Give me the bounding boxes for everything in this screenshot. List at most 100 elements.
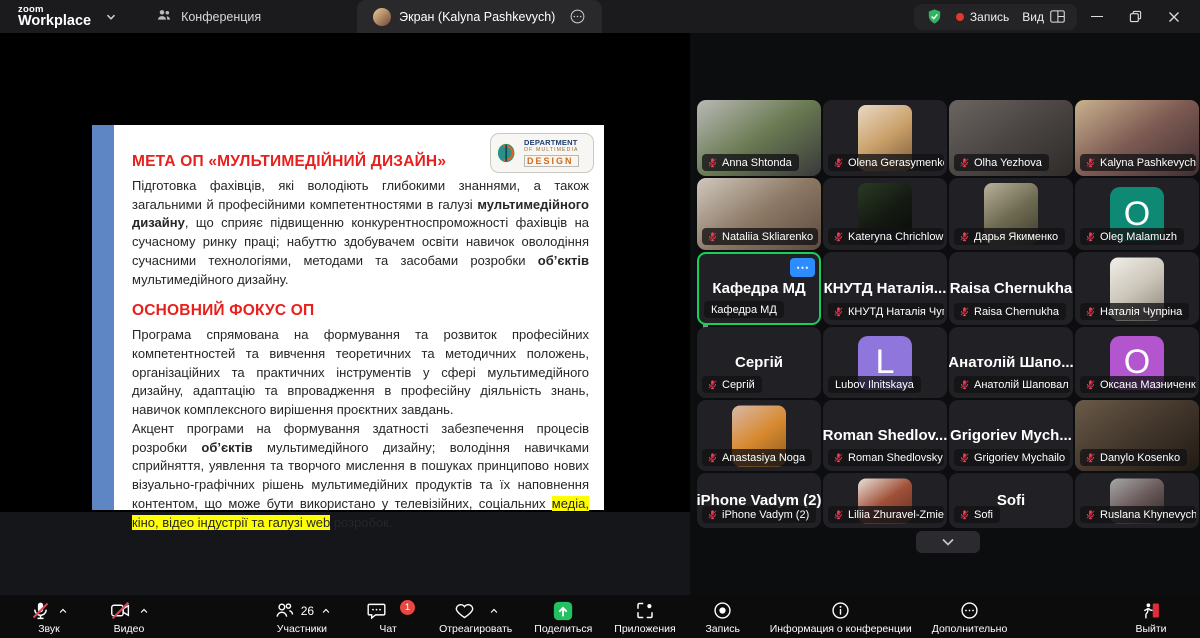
- slide-heading-2: ОСНОВНИЙ ФОКУС ОП: [132, 302, 589, 320]
- participants-chevron[interactable]: [321, 606, 331, 616]
- participant-name-pill: Kalyna Pashkevych: [1080, 154, 1196, 171]
- microphone-muted-icon: [959, 231, 970, 242]
- meeting-status-group: Запись Вид: [914, 4, 1077, 30]
- zoom-workplace-logo: zoom Workplace: [18, 5, 91, 29]
- more-button[interactable]: Дополнительно: [926, 595, 1014, 638]
- participant-name-label: Anna Shtonda: [722, 157, 792, 169]
- participant-name-label: Anastasiya Noga: [722, 452, 805, 464]
- microphone-muted-icon: [959, 509, 970, 520]
- react-label: Отреагировать: [439, 623, 512, 635]
- workspace-chevron-down-icon[interactable]: [105, 11, 117, 23]
- participant-tile[interactable]: Olha Yezhova: [949, 100, 1073, 176]
- participant-name-pill: Ruslana Khynevych: [1080, 506, 1196, 523]
- slide-blue-band: [92, 125, 117, 510]
- recording-dot-icon: [956, 13, 964, 21]
- tile-more-button[interactable]: ⋯: [790, 258, 815, 277]
- participant-tile[interactable]: Danylo Kosenko: [1075, 400, 1199, 471]
- meeting-info-button[interactable]: Информация о конференции: [764, 595, 918, 638]
- security-shield-icon[interactable]: [926, 8, 943, 25]
- participant-name-label: Danylo Kosenko: [1100, 452, 1180, 464]
- microphone-muted-icon: [1085, 379, 1096, 390]
- participant-tile[interactable]: OOleg Malamuzh: [1075, 178, 1199, 250]
- participant-tile[interactable]: Анатолій Шапо...Анатолій Шаповал: [949, 327, 1073, 398]
- participant-name-label: Roman Shedlovsky: [848, 452, 943, 464]
- participant-tile[interactable]: Raisa ChernukhaRaisa Chernukha: [949, 252, 1073, 325]
- participant-name-pill: Анатолій Шаповал: [954, 376, 1070, 393]
- meeting-info-label: Информация о конференции: [770, 623, 912, 635]
- video-label: Видео: [114, 623, 145, 635]
- participant-tile[interactable]: Kalyna Pashkevych: [1075, 100, 1199, 176]
- participant-tile[interactable]: Olena Gerasymenko: [823, 100, 947, 176]
- close-button[interactable]: [1168, 11, 1180, 23]
- participant-tile[interactable]: Дарья Якименко: [949, 178, 1073, 250]
- heart-icon: [453, 600, 476, 621]
- participant-tile[interactable]: Grigoriev Mych...Grigoriev Mychailo: [949, 400, 1073, 471]
- leave-button[interactable]: Выйти: [1118, 595, 1184, 638]
- tab-screen-label: Экран (Kalyna Pashkevych): [399, 10, 555, 24]
- apps-icon: [634, 600, 656, 621]
- participant-tile[interactable]: Anastasiya Noga: [697, 400, 821, 471]
- react-button[interactable]: Отреагировать: [433, 595, 518, 638]
- microphone-muted-icon: [959, 157, 970, 168]
- participant-tile[interactable]: LLubov Ilnitskaya: [823, 327, 947, 398]
- participant-tile[interactable]: Roman Shedlov...Roman Shedlovsky: [823, 400, 947, 471]
- tab-screen-share[interactable]: Экран (Kalyna Pashkevych): [357, 0, 602, 33]
- recording-indicator[interactable]: Запись: [956, 10, 1009, 24]
- participant-tile[interactable]: Nataliia Skliarenko: [697, 178, 821, 250]
- participant-tile[interactable]: Ruslana Khynevych: [1075, 473, 1199, 528]
- tab-meeting[interactable]: Конференция: [139, 0, 277, 33]
- record-button[interactable]: Запись: [690, 595, 756, 638]
- share-label: Поделиться: [534, 623, 592, 635]
- participant-tile[interactable]: Кафедра МДКафедра МД⋯: [697, 252, 821, 325]
- video-button[interactable]: Видео: [96, 595, 162, 638]
- participant-name-pill: Liliia Zhuravel-Zmieieva: [828, 506, 944, 523]
- tab-options-icon[interactable]: [569, 8, 586, 25]
- restore-button[interactable]: [1129, 10, 1142, 23]
- participant-name-pill: Sofi: [954, 506, 1000, 523]
- participant-tile[interactable]: Anna Shtonda: [697, 100, 821, 176]
- participant-name-label: Grigoriev Mychailo: [974, 452, 1065, 464]
- participant-tile[interactable]: Kateryna Chrichlow: [823, 178, 947, 250]
- camera-muted-icon: [109, 600, 132, 621]
- presentation-slide: DEPARTMENT OF MULTIMEDIA DESIGN МЕТА ОП …: [92, 125, 604, 510]
- audio-options-chevron[interactable]: [58, 606, 68, 616]
- participant-tile[interactable]: СергійСергій: [697, 327, 821, 398]
- participant-name-pill: Kateryna Chrichlow: [828, 228, 944, 245]
- more-label: Дополнительно: [932, 623, 1008, 635]
- gallery-scroll-down-button[interactable]: [916, 531, 980, 553]
- participant-name-pill: Lubov Ilnitskaya: [828, 376, 921, 393]
- participant-name-pill: Наталія Чупріна: [1080, 303, 1189, 320]
- participant-name-label: Анатолій Шаповал: [974, 379, 1069, 391]
- microphone-muted-icon: [1085, 157, 1096, 168]
- participant-name-pill: iPhone Vadym (2): [702, 506, 816, 523]
- participant-name-label: Ruslana Khynevych: [1100, 509, 1196, 521]
- view-button[interactable]: Вид: [1022, 10, 1065, 24]
- share-button[interactable]: Поделиться: [528, 595, 598, 638]
- record-icon: [712, 600, 733, 621]
- video-options-chevron[interactable]: [139, 606, 149, 616]
- participant-name-pill: Anastasiya Noga: [702, 449, 812, 466]
- participant-tile[interactable]: iPhone Vadym (2)iPhone Vadym (2): [697, 473, 821, 528]
- participant-name-label: Kalyna Pashkevych: [1100, 157, 1196, 169]
- participant-name-pill: Olena Gerasymenko: [828, 154, 944, 171]
- participant-name-label: Nataliia Skliarenko: [722, 231, 813, 243]
- audio-label: Звук: [38, 623, 60, 635]
- participant-name-pill: Grigoriev Mychailo: [954, 449, 1070, 466]
- participant-tile[interactable]: КНУТД Наталія...КНУТД Наталія Чупріна: [823, 252, 947, 325]
- participant-name-label: Oleg Malamuzh: [1100, 231, 1177, 243]
- chat-button[interactable]: 1 Чат: [355, 595, 421, 638]
- minimize-button[interactable]: [1091, 16, 1103, 18]
- participant-tile[interactable]: Liliia Zhuravel-Zmieieva: [823, 473, 947, 528]
- participant-name-label: Дарья Якименко: [974, 231, 1058, 243]
- audio-button[interactable]: Звук: [16, 595, 82, 638]
- participant-tile[interactable]: Наталія Чупріна: [1075, 252, 1199, 325]
- participant-tile[interactable]: OОксана Мазниченко: [1075, 327, 1199, 398]
- participant-name-pill: Оксана Мазниченко: [1080, 376, 1196, 393]
- participant-name-label: Liliia Zhuravel-Zmieieva: [848, 509, 944, 521]
- participants-button[interactable]: 26 Участники: [267, 595, 337, 638]
- microphone-muted-icon: [1085, 306, 1096, 317]
- participant-tile[interactable]: SofiSofi: [949, 473, 1073, 528]
- react-chevron[interactable]: [489, 606, 499, 616]
- apps-button[interactable]: Приложения: [608, 595, 681, 638]
- participant-name-label: КНУТД Наталія Чупріна: [848, 306, 944, 318]
